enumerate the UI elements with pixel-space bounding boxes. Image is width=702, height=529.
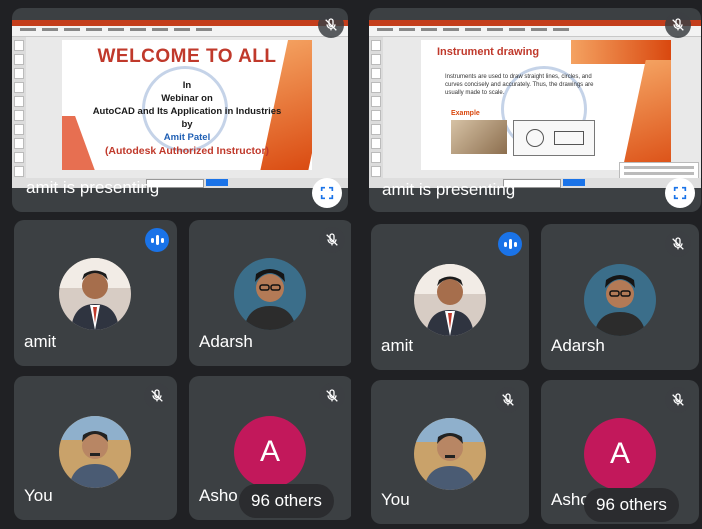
avatar — [414, 418, 486, 490]
app-ribbon — [369, 20, 701, 37]
current-slide: WELCOME TO ALL In Webinar on AutoCAD and… — [62, 40, 312, 170]
shared-screen: WELCOME TO ALL In Webinar on AutoCAD and… — [12, 20, 348, 188]
mic-off-icon — [319, 383, 345, 409]
meet-view-right: Instrument drawing Instruments are used … — [351, 0, 702, 529]
others-count-button[interactable]: 96 others — [584, 488, 679, 522]
participant-tile-asho[interactable]: A Asho 96 others — [541, 380, 699, 524]
participant-name: You — [381, 490, 410, 509]
participant-name: You — [24, 486, 53, 505]
participant-name: Asho — [199, 486, 238, 505]
presentation-tile[interactable]: WELCOME TO ALL In Webinar on AutoCAD and… — [12, 8, 348, 212]
participant-tile-you[interactable]: You — [14, 376, 177, 520]
avatar — [59, 416, 131, 488]
fullscreen-icon — [673, 186, 687, 200]
slide-line: Amit Patel — [163, 132, 211, 143]
mic-off-icon — [665, 12, 691, 38]
others-count-button[interactable]: 96 others — [239, 484, 334, 518]
app-ribbon — [12, 20, 348, 37]
participant-name: amit — [381, 336, 414, 355]
drawing-photo — [451, 120, 507, 154]
mic-off-icon — [665, 231, 691, 257]
mic-off-icon — [495, 387, 521, 413]
mic-off-icon — [319, 227, 345, 253]
presenting-label: amit is presenting — [26, 178, 160, 197]
technical-drawing — [513, 120, 595, 156]
avatar — [59, 258, 131, 330]
avatar: A — [234, 416, 306, 488]
avatar — [414, 264, 486, 336]
fullscreen-icon — [320, 186, 334, 200]
presentation-tile[interactable]: Instrument drawing Instruments are used … — [369, 8, 701, 212]
fullscreen-button[interactable] — [312, 178, 342, 208]
participant-tile-adarsh[interactable]: Adarsh — [189, 220, 351, 366]
mic-off-icon — [665, 387, 691, 413]
shared-screen: Instrument drawing Instruments are used … — [369, 20, 701, 188]
slide-example-label: Example — [451, 110, 480, 117]
audio-level-icon — [145, 228, 169, 252]
mic-off-icon — [144, 383, 170, 409]
participant-tile-asho[interactable]: A Asho 96 others — [189, 376, 351, 520]
participant-name: amit — [24, 332, 57, 351]
slide-thumbnails — [12, 37, 26, 178]
slide-body: Instruments are used to draw straight li… — [445, 74, 594, 96]
slide-title: Instrument drawing — [437, 46, 540, 58]
mic-off-icon — [318, 12, 344, 38]
participant-tile-you[interactable]: You — [371, 380, 529, 524]
slide-line: by — [181, 119, 193, 130]
avatar — [584, 264, 656, 336]
participant-tile-amit[interactable]: amit — [371, 224, 529, 370]
participant-name: Adarsh — [551, 336, 605, 355]
fullscreen-button[interactable] — [665, 178, 695, 208]
audio-level-icon — [498, 232, 522, 256]
current-slide: Instrument drawing Instruments are used … — [421, 40, 671, 170]
avatar — [234, 258, 306, 330]
slide-line: (Autodesk Authorized Instructor) — [104, 145, 270, 157]
participant-tile-adarsh[interactable]: Adarsh — [541, 224, 699, 370]
presenting-label: amit is presenting — [382, 180, 516, 199]
participant-name: Adarsh — [199, 332, 253, 351]
slide-thumbnails — [369, 37, 383, 178]
avatar: A — [584, 418, 656, 490]
slide-title: WELCOME TO ALL — [97, 46, 277, 67]
slide-line: Webinar on — [161, 93, 213, 104]
slide-line: In — [182, 80, 192, 91]
participant-tile-amit[interactable]: amit — [14, 220, 177, 366]
meet-view-left: WELCOME TO ALL In Webinar on AutoCAD and… — [0, 0, 351, 529]
slide-line: AutoCAD and Its Application in Industrie… — [92, 106, 282, 117]
